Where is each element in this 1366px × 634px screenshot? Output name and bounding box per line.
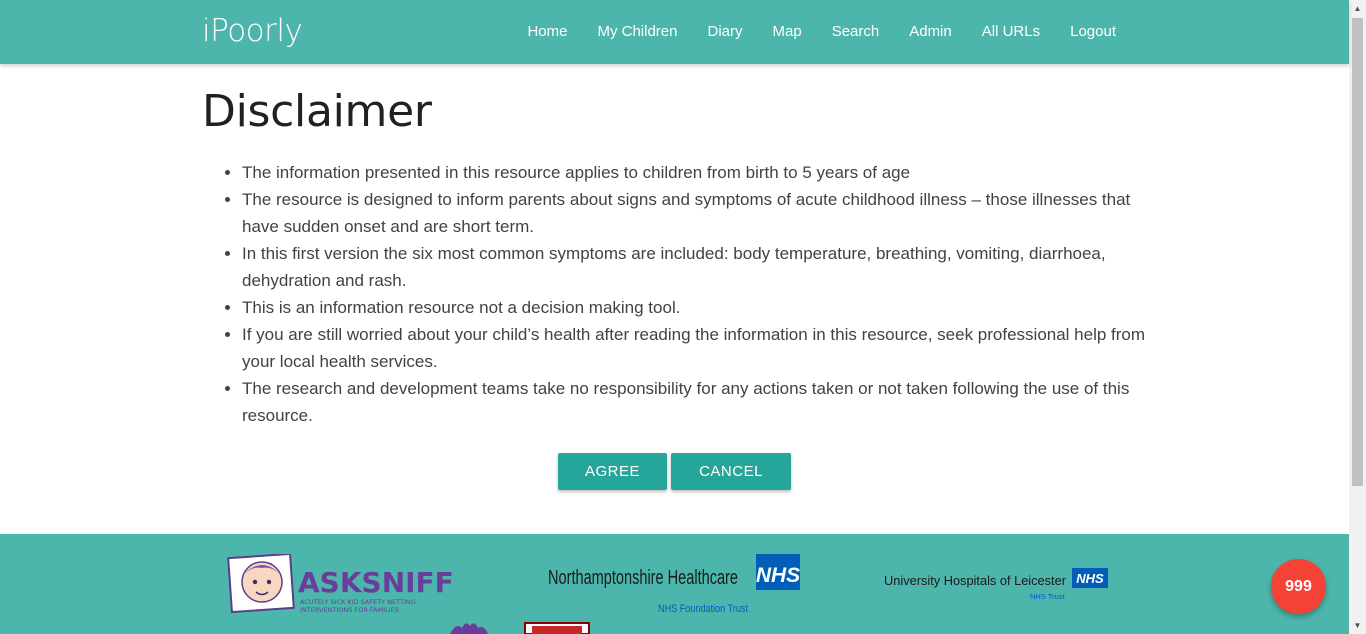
uhl-nhs-badge: NHS bbox=[1076, 571, 1104, 586]
asksniff-tagline-2: INTERVENTIONS FOR FAMILIES bbox=[300, 606, 399, 614]
scroll-up-arrow-icon[interactable]: ▲ bbox=[1349, 0, 1366, 17]
asksniff-tagline-1: ACUTELY SICK KID SAFETY NETTING bbox=[300, 598, 416, 606]
nav-diary[interactable]: Diary bbox=[692, 0, 757, 64]
page-title: Disclaimer bbox=[202, 86, 432, 137]
disclaimer-item: The information presented in this resour… bbox=[242, 159, 1152, 186]
disclaimer-item: This is an information resource not a de… bbox=[242, 294, 1152, 321]
disclaimer-list: The information presented in this resour… bbox=[242, 159, 1152, 429]
nav-search[interactable]: Search bbox=[817, 0, 895, 64]
uhl-sub: NHS Trust bbox=[1030, 592, 1066, 601]
scroll-down-arrow-icon[interactable]: ▼ bbox=[1349, 617, 1366, 634]
nhft-logo: Northamptonshire Healthcare NHS NHS Foun… bbox=[548, 554, 800, 615]
partner-logo-hand bbox=[450, 623, 488, 634]
nhs-badge: NHS bbox=[756, 564, 800, 587]
nav-admin[interactable]: Admin bbox=[894, 0, 967, 64]
brand-logo[interactable]: iPoorly bbox=[202, 13, 303, 49]
nav-map[interactable]: Map bbox=[758, 0, 817, 64]
uhl-name: University Hospitals of Leicester bbox=[884, 574, 1066, 588]
footer: ASKSNIFF ACUTELY SICK KID SAFETY NETTING… bbox=[0, 534, 1349, 634]
disclaimer-item: The resource is designed to inform paren… bbox=[242, 186, 1152, 240]
nav-all-urls[interactable]: All URLs bbox=[967, 0, 1055, 64]
partner-logo-crest bbox=[524, 622, 590, 634]
nhft-name: Northamptonshire Healthcare bbox=[548, 567, 738, 589]
asksniff-wordmark: ASKSNIFF bbox=[298, 566, 454, 599]
emergency-999-button[interactable]: 999 bbox=[1271, 559, 1326, 614]
nav-my-children[interactable]: My Children bbox=[582, 0, 692, 64]
disclaimer-item: If you are still worried about your chil… bbox=[242, 321, 1152, 375]
disclaimer-item: In this first version the six most commo… bbox=[242, 240, 1152, 294]
nhft-sub: NHS Foundation Trust bbox=[658, 603, 748, 615]
nav-home[interactable]: Home bbox=[512, 0, 582, 64]
action-buttons: AGREE CANCEL bbox=[558, 453, 791, 490]
asksniff-logo: ASKSNIFF ACUTELY SICK KID SAFETY NETTING… bbox=[227, 554, 454, 614]
cancel-button[interactable]: CANCEL bbox=[671, 453, 791, 490]
nav-logout[interactable]: Logout bbox=[1055, 0, 1131, 64]
nav-links: Home My Children Diary Map Search Admin … bbox=[512, 0, 1131, 64]
uhl-logo: University Hospitals of Leicester NHS NH… bbox=[884, 568, 1108, 601]
agree-button[interactable]: AGREE bbox=[558, 453, 667, 490]
scrollbar-thumb[interactable] bbox=[1352, 18, 1363, 486]
page-scrollbar[interactable]: ▲ ▼ bbox=[1349, 0, 1366, 634]
navbar: iPoorly Home My Children Diary Map Searc… bbox=[0, 0, 1349, 64]
disclaimer-item: The research and development teams take … bbox=[242, 375, 1152, 429]
